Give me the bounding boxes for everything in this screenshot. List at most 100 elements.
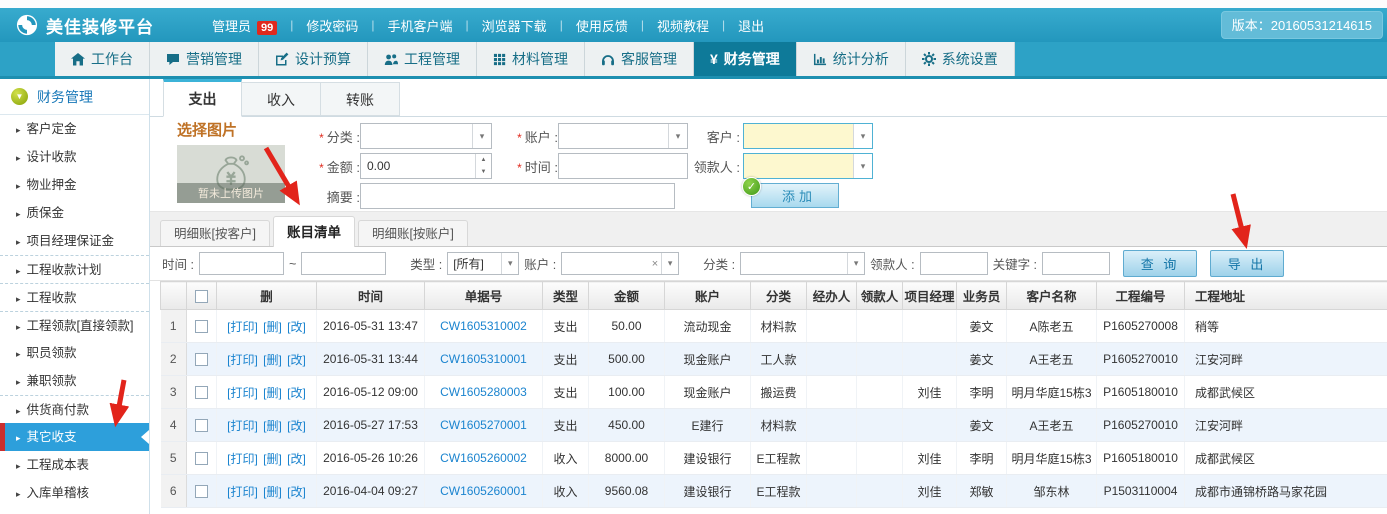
top-menu-change-password[interactable]: 修改密码 xyxy=(306,16,358,35)
delete-link[interactable]: [删] xyxy=(263,353,282,367)
chevron-down-icon[interactable]: ▾ xyxy=(472,124,491,148)
export-button[interactable]: 导 出 xyxy=(1210,250,1284,277)
sidebar-item-project-withdraw[interactable]: ▸工程领款[直接领款] xyxy=(0,311,149,339)
top-menu-feedback[interactable]: 使用反馈 xyxy=(576,16,628,35)
filter-type-select[interactable]: [所有]▾ xyxy=(447,252,519,275)
search-button[interactable]: 查 询 xyxy=(1123,250,1197,277)
sidebar-item-customer-deposit[interactable]: ▸客户定金 xyxy=(0,115,149,143)
sidebar-item-property-deposit[interactable]: ▸物业押金 xyxy=(0,171,149,199)
time-input[interactable] xyxy=(558,153,688,179)
nav-tab-marketing[interactable]: 营销管理 xyxy=(150,42,259,76)
account-select[interactable]: ▾ xyxy=(558,123,688,149)
top-menu-video-tutorial[interactable]: 视频教程 xyxy=(657,16,709,35)
filter-payee-input[interactable] xyxy=(920,252,988,275)
subtab-detail-by-customer[interactable]: 明细账[按客户] xyxy=(160,220,270,246)
delete-link[interactable]: [删] xyxy=(263,320,282,334)
print-link[interactable]: [打印] xyxy=(227,320,258,334)
edit-link[interactable]: [改] xyxy=(287,353,306,367)
nav-tab-customer-service[interactable]: 客服管理 xyxy=(585,42,694,76)
nav-tab-statistics[interactable]: 统计分析 xyxy=(797,42,906,76)
row-checkbox[interactable] xyxy=(195,386,208,399)
add-button[interactable]: 添加 xyxy=(751,183,839,208)
doc-number-link[interactable]: CW1605260002 xyxy=(440,451,527,465)
top-menu-logout[interactable]: 退出 xyxy=(738,16,764,35)
sidebar-item-parttime-withdraw[interactable]: ▸兼职领款 xyxy=(0,367,149,395)
summary-input[interactable] xyxy=(360,183,675,209)
amount-spinner[interactable]: ▲▼ xyxy=(475,154,491,178)
doc-number-link[interactable]: CW1605310001 xyxy=(440,352,527,366)
tab-expense[interactable]: 支出 xyxy=(163,79,242,117)
print-link[interactable]: [打印] xyxy=(227,353,258,367)
select-all-checkbox[interactable] xyxy=(195,290,208,303)
chevron-down-icon[interactable]: ▾ xyxy=(501,253,518,274)
delete-link[interactable]: [删] xyxy=(263,452,282,466)
sidebar-item-pm-deposit[interactable]: ▸项目经理保证金 xyxy=(0,227,149,255)
top-menu-admin[interactable]: 管理员99 xyxy=(212,16,277,35)
chevron-down-icon[interactable]: ▾ xyxy=(668,124,687,148)
tab-transfer[interactable]: 转账 xyxy=(321,82,400,116)
sidebar-item-warranty-deposit[interactable]: ▸质保金 xyxy=(0,199,149,227)
menu-divider: | xyxy=(641,18,644,32)
subtab-account-list[interactable]: 账目清单 xyxy=(273,216,355,247)
print-link[interactable]: [打印] xyxy=(227,419,258,433)
chevron-down-icon[interactable]: ▾ xyxy=(661,253,678,274)
image-placeholder-box[interactable]: 暂未上传图片 xyxy=(177,145,285,203)
customer-select[interactable]: ▾ xyxy=(743,123,873,149)
filter-account-combo[interactable]: ×▾ xyxy=(561,252,679,275)
print-link[interactable]: [打印] xyxy=(227,386,258,400)
row-checkbox[interactable] xyxy=(195,419,208,432)
nav-tab-material-mgmt[interactable]: 材料管理 xyxy=(477,42,585,76)
sidebar-header[interactable]: ▼ 财务管理 xyxy=(0,79,149,115)
nav-tab-system-settings[interactable]: 系统设置 xyxy=(906,42,1015,76)
subtab-detail-by-account[interactable]: 明细账[按账户] xyxy=(358,220,468,246)
tab-income[interactable]: 收入 xyxy=(242,82,321,116)
image-picker[interactable]: 选择图片 暂未上传图片 xyxy=(177,119,285,203)
top-menu-mobile-client[interactable]: 手机客户端 xyxy=(388,16,453,35)
print-link[interactable]: [打印] xyxy=(227,452,258,466)
collapse-icon[interactable]: ▼ xyxy=(11,88,28,105)
doc-number-link[interactable]: CW1605310002 xyxy=(440,319,527,333)
amount-input[interactable]: 0.00▲▼ xyxy=(360,153,492,179)
clear-icon[interactable]: × xyxy=(649,258,661,270)
delete-link[interactable]: [删] xyxy=(263,485,282,499)
doc-number-link[interactable]: CW1605270001 xyxy=(440,418,527,432)
doc-number-link[interactable]: CW1605280003 xyxy=(440,385,527,399)
chevron-down-icon[interactable]: ▾ xyxy=(853,154,872,178)
top-menu-browser-download[interactable]: 浏览器下载 xyxy=(482,16,547,35)
nav-tab-design-budget[interactable]: 设计预算 xyxy=(259,42,368,76)
chevron-down-icon[interactable]: ▾ xyxy=(853,124,872,148)
nav-tab-finance-mgmt[interactable]: ¥ 财务管理 xyxy=(694,42,797,76)
delete-link[interactable]: [删] xyxy=(263,386,282,400)
row-checkbox[interactable] xyxy=(195,452,208,465)
row-checkbox[interactable] xyxy=(195,320,208,333)
payee-select[interactable]: ▾ xyxy=(743,153,873,179)
nav-tab-project-mgmt[interactable]: 工程管理 xyxy=(368,42,477,76)
sidebar-item-staff-withdraw[interactable]: ▸职员领款 xyxy=(0,339,149,367)
category-select[interactable]: ▾ xyxy=(360,123,492,149)
edit-link[interactable]: [改] xyxy=(287,452,306,466)
doc-number-link[interactable]: CW1605260001 xyxy=(440,484,527,498)
edit-link[interactable]: [改] xyxy=(287,419,306,433)
sidebar-item-other-income-expense[interactable]: ▸其它收支 xyxy=(0,423,149,451)
edit-link[interactable]: [改] xyxy=(287,485,306,499)
image-picker-title[interactable]: 选择图片 xyxy=(177,119,285,140)
print-link[interactable]: [打印] xyxy=(227,485,258,499)
sidebar-item-project-receipt-plan[interactable]: ▸工程收款计划 xyxy=(0,255,149,283)
filter-time-to-input[interactable] xyxy=(301,252,386,275)
sidebar-item-inbound-audit[interactable]: ▸入库单稽核 xyxy=(0,479,149,507)
edit-link[interactable]: [改] xyxy=(287,320,306,334)
filter-time-from-input[interactable] xyxy=(199,252,284,275)
message-count-badge[interactable]: 99 xyxy=(257,21,277,35)
nav-tab-workbench[interactable]: 工作台 xyxy=(55,42,150,76)
delete-link[interactable]: [删] xyxy=(263,419,282,433)
sidebar-item-design-receipt[interactable]: ▸设计收款 xyxy=(0,143,149,171)
sidebar-item-project-cost-table[interactable]: ▸工程成本表 xyxy=(0,451,149,479)
filter-category-select[interactable]: ▾ xyxy=(740,252,865,275)
chevron-down-icon[interactable]: ▾ xyxy=(847,253,864,274)
edit-link[interactable]: [改] xyxy=(287,386,306,400)
row-checkbox[interactable] xyxy=(195,485,208,498)
sidebar-item-project-receipt[interactable]: ▸工程收款 xyxy=(0,283,149,311)
row-checkbox[interactable] xyxy=(195,353,208,366)
filter-keyword-input[interactable] xyxy=(1042,252,1110,275)
sidebar-item-supplier-payment[interactable]: ▸供货商付款 xyxy=(0,395,149,423)
